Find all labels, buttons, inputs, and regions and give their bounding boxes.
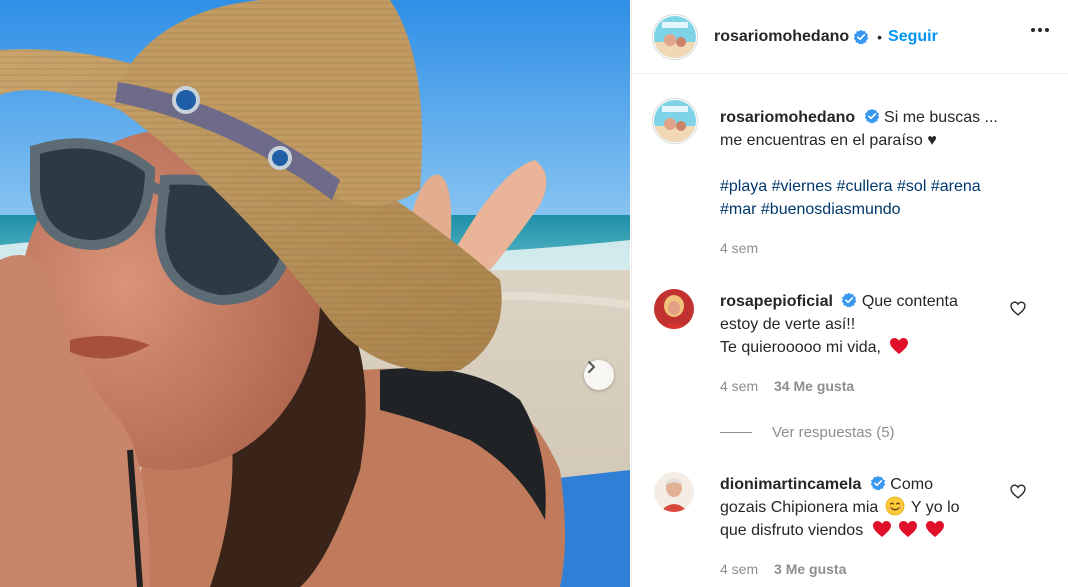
comment-timestamp: 4 sem (720, 561, 759, 577)
comment-text: estoy de verte así!! (720, 316, 856, 333)
comment-text: Y yo lo (910, 499, 960, 516)
replies-divider-line (720, 432, 752, 433)
caption-text-line1: Si me buscas ... (884, 109, 998, 126)
comment-text: Que contenta (861, 293, 958, 310)
comment-timestamp: 4 sem (720, 378, 759, 394)
avatar-image (654, 100, 696, 142)
comment-username[interactable]: rosapepioficial (720, 293, 833, 310)
author-avatar[interactable] (652, 13, 698, 60)
follow-button[interactable]: Seguir (888, 28, 938, 46)
caption-avatar[interactable] (652, 98, 698, 144)
comment-text: gozais Chipionera mia (720, 499, 879, 516)
post-photo (0, 0, 630, 587)
comment-likes[interactable]: 34 Me gusta (774, 378, 854, 394)
view-replies-label: Ver respuestas (5) (772, 424, 895, 441)
heart-outline-icon[interactable] (1010, 484, 1026, 499)
hashtag-link[interactable]: #buenosdiasmundo (761, 201, 901, 218)
post-header: rosariomohedano • Seguir (632, 0, 1068, 74)
comment-text: Te quierooooo mi vida, (720, 339, 881, 356)
heart-outline-icon[interactable] (1010, 301, 1026, 316)
hashtag-link[interactable]: #arena (931, 178, 981, 195)
hashtags-line1: #playa #viernes #cullera #sol #arena (720, 175, 1040, 198)
verified-badge-icon (853, 29, 869, 44)
smiling-face-emoji-icon (885, 496, 905, 516)
comment-username[interactable]: dionimartincamela (720, 476, 861, 493)
verified-badge-icon (870, 475, 886, 491)
more-options-icon[interactable] (1030, 20, 1050, 40)
hashtag-link[interactable]: #playa (720, 178, 767, 195)
commenter-avatar[interactable] (654, 289, 694, 329)
hashtag-link[interactable]: #sol (897, 178, 926, 195)
separator-dot: • (877, 28, 883, 45)
chevron-right-icon (588, 361, 595, 373)
comment-likes[interactable]: 3 Me gusta (774, 561, 846, 577)
comment-text: que disfruto viendos (720, 522, 864, 539)
red-heart-emoji-icon (899, 521, 918, 537)
hashtags-line2: #mar #buenosdiasmundo (720, 198, 1040, 221)
carousel-next-button[interactable] (584, 360, 614, 390)
red-heart-emoji-icon (890, 338, 909, 354)
caption-username[interactable]: rosariomohedano (720, 109, 855, 126)
author-username[interactable]: rosariomohedano (714, 28, 849, 46)
avatar-image (654, 472, 694, 512)
caption-timestamp: 4 sem (720, 240, 759, 256)
hashtag-link[interactable]: #cullera (837, 178, 893, 195)
verified-badge-icon (864, 108, 879, 124)
hashtag-link[interactable]: #viernes (772, 178, 832, 195)
avatar-image (654, 289, 694, 329)
red-heart-emoji-icon (872, 521, 891, 537)
commenter-avatar[interactable] (654, 472, 694, 512)
beach-selfie-image (0, 0, 630, 587)
hashtag-link[interactable]: #mar (720, 201, 756, 218)
red-heart-emoji-icon (925, 521, 944, 537)
comment-text: Como (890, 476, 933, 493)
verified-badge-icon (842, 292, 857, 308)
caption-text-line2: me encuentras en el paraíso ♥ (720, 132, 937, 149)
avatar-image (654, 15, 696, 58)
post-side-panel: rosariomohedano • Seguir rosariomohedano… (631, 0, 1068, 587)
view-replies-button[interactable]: Ver respuestas (5) (720, 424, 895, 441)
